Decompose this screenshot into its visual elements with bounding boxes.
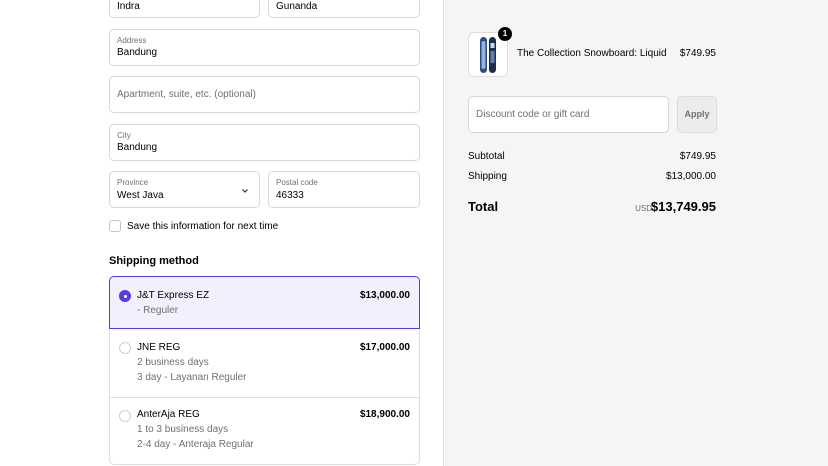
province-select[interactable]: Province West Java xyxy=(109,171,260,208)
postal-code-value: 46333 xyxy=(276,190,304,201)
province-label: Province xyxy=(117,178,149,187)
shipping-option-detail: 1 to 3 business days xyxy=(137,424,229,435)
first-name-field[interactable]: Indra xyxy=(109,0,260,18)
product-name: The Collection Snowboard: Liquid xyxy=(517,48,667,59)
shipping-option-detail: 3 day - Layanan Reguler xyxy=(137,372,247,383)
last-name-field[interactable]: Gunanda xyxy=(268,0,420,18)
last-name-value: Gunanda xyxy=(276,1,318,12)
postal-code-label: Postal code xyxy=(276,178,318,187)
postal-code-field[interactable]: Postal code 46333 xyxy=(268,171,420,208)
save-info-label: Save this information for next time xyxy=(127,221,279,232)
city-label: City xyxy=(117,131,131,140)
shipping-option-price: $17,000.00 xyxy=(359,342,410,353)
discount-placeholder: Discount code or gift card xyxy=(476,109,590,120)
city-value: Bandung xyxy=(117,142,158,153)
shipping-option-detail: 2-4 day - Anteraja Regular xyxy=(137,439,254,450)
address-value: Bandung xyxy=(117,47,158,58)
chevron-down-icon xyxy=(242,189,248,193)
shipping-option-detail: - Reguler xyxy=(137,305,179,316)
subtotal-value: $749.95 xyxy=(679,151,716,162)
apply-button[interactable]: Apply xyxy=(677,96,717,133)
apartment-placeholder: Apartment, suite, etc. (optional) xyxy=(117,89,256,100)
shipping-option-detail: 2 business days xyxy=(137,357,209,368)
shipping-option-jne[interactable]: JNE REG 2 business days 3 day - Layanan … xyxy=(110,329,419,397)
total-value: $13,749.95 xyxy=(650,199,716,214)
shipping-option-name: JNE REG xyxy=(137,342,181,353)
city-field[interactable]: City Bandung xyxy=(109,124,420,161)
total-label: Total xyxy=(468,199,499,214)
shipping-options: J&T Express EZ - Reguler $13,000.00 JNE … xyxy=(109,276,420,465)
order-summary-panel: 1 The Collection Snowboard: Liquid $749.… xyxy=(443,0,828,466)
shipping-value: $13,000.00 xyxy=(665,171,716,182)
discount-code-input[interactable]: Discount code or gift card xyxy=(468,96,669,133)
product-price: $749.95 xyxy=(679,48,716,59)
total-currency: USD xyxy=(635,204,652,213)
shipping-option-name: AnterAja REG xyxy=(137,409,200,420)
shipping-option-price: $18,900.00 xyxy=(359,409,410,420)
shipping-option-name: J&T Express EZ xyxy=(137,290,210,301)
radio-selected[interactable] xyxy=(119,290,131,302)
province-value: West Java xyxy=(117,190,164,201)
first-name-value: Indra xyxy=(117,1,140,12)
apartment-field[interactable]: Apartment, suite, etc. (optional) xyxy=(109,76,420,113)
save-info-checkbox[interactable] xyxy=(109,220,121,232)
address-label: Address xyxy=(117,36,147,45)
radio-unselected[interactable] xyxy=(119,342,131,354)
radio-unselected[interactable] xyxy=(119,410,131,422)
subtotal-label: Subtotal xyxy=(468,151,505,162)
quantity-badge: 1 xyxy=(498,27,512,41)
shipping-option-anteraja[interactable]: AnterAja REG 1 to 3 business days 2-4 da… xyxy=(110,398,419,465)
address-field[interactable]: Address Bandung xyxy=(109,29,420,66)
shipping-method-title: Shipping method xyxy=(109,255,199,267)
shipping-option-price: $13,000.00 xyxy=(359,290,410,301)
shipping-label: Shipping xyxy=(468,171,507,182)
shipping-option-jnt[interactable]: J&T Express EZ - Reguler $13,000.00 xyxy=(109,276,420,329)
checkout-form-panel: Indra Gunanda Address Bandung Apartment,… xyxy=(0,0,443,466)
